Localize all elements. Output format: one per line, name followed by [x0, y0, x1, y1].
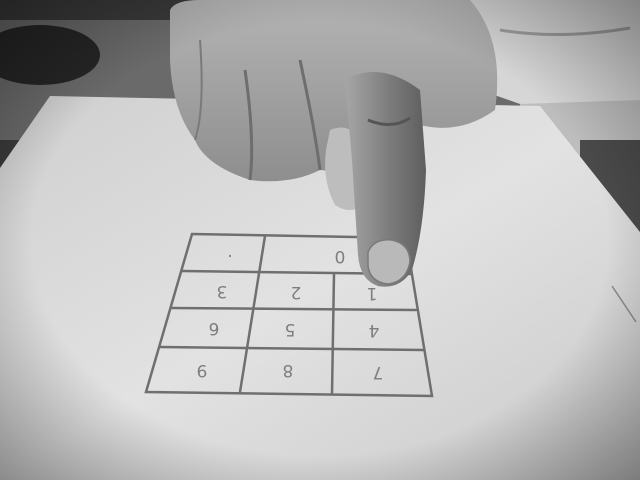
webcam-scene: . 0 3 2 1 6 5 4 9 8 7	[0, 0, 640, 480]
vignette-overlay	[0, 0, 640, 480]
